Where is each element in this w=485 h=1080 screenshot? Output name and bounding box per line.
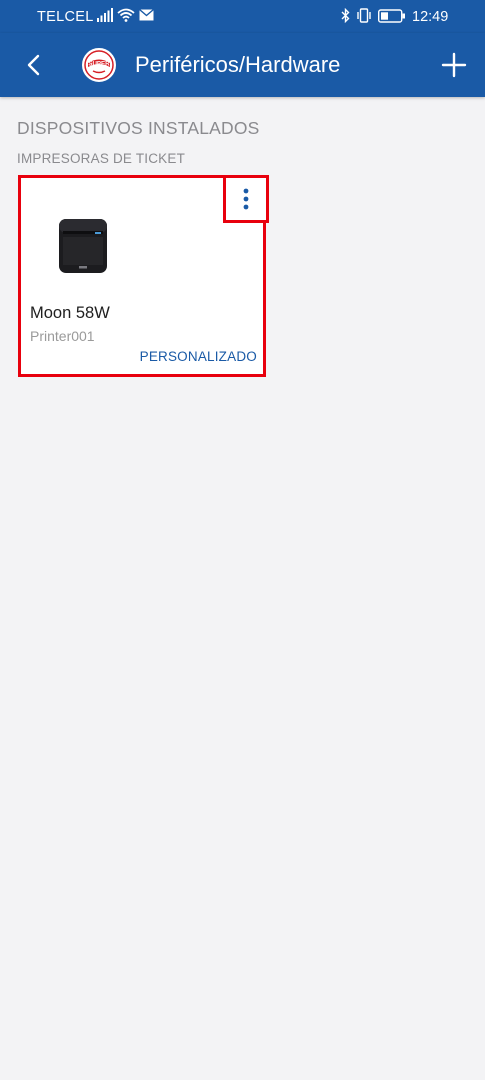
- status-left-icons: [97, 8, 154, 22]
- add-device-button[interactable]: [439, 50, 469, 80]
- device-card[interactable]: Moon 58W Printer001 PERSONALIZADO: [18, 175, 269, 377]
- more-vert-icon: [243, 188, 249, 210]
- plus-icon: [441, 52, 467, 78]
- status-clock: 12:49: [412, 9, 449, 25]
- bluetooth-icon: [341, 8, 350, 23]
- device-options-button[interactable]: [223, 175, 269, 223]
- subsection-title: IMPRESORAS DE TICKET: [17, 151, 186, 166]
- page-title: Periféricos/Hardware: [135, 52, 341, 77]
- vibrate-icon: [357, 8, 371, 23]
- app-logo: SUPER: [82, 48, 116, 82]
- device-id: Printer001: [30, 328, 95, 344]
- device-type-label: PERSONALIZADO: [139, 349, 257, 364]
- signal-icon: [97, 8, 113, 22]
- chevron-left-icon: [27, 54, 40, 76]
- wifi-icon: [117, 8, 135, 22]
- device-name: Moon 58W: [30, 304, 110, 322]
- section-title: DISPOSITIVOS INSTALADOS: [17, 118, 260, 138]
- svg-text:SUPER: SUPER: [88, 61, 110, 68]
- status-bar: TELCEL 12:49: [0, 0, 485, 33]
- receipt-printer-icon: [57, 215, 109, 275]
- app-bar: SUPER Periféricos/Hardware: [0, 33, 485, 97]
- super-logo-icon: SUPER: [84, 50, 114, 80]
- mail-icon: [139, 9, 154, 21]
- back-button[interactable]: [18, 49, 48, 81]
- carrier-name: TELCEL: [37, 9, 94, 25]
- battery-icon: [378, 8, 405, 23]
- status-right-icons: [341, 8, 406, 23]
